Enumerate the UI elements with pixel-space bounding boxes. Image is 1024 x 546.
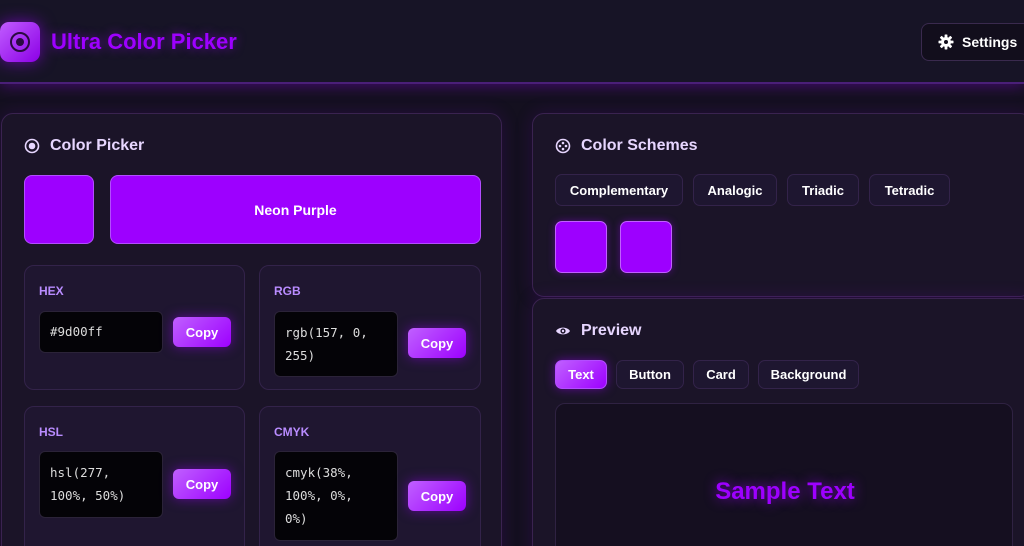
rgb-label: RGB	[274, 284, 301, 298]
settings-label: Settings	[962, 34, 1018, 50]
color-picker-title: Color Picker	[24, 137, 144, 155]
copy-hex-button[interactable]: Copy	[173, 317, 231, 347]
hex-value[interactable]: #9d00ff	[39, 311, 163, 353]
app-header: Ultra Color Picker Settings	[0, 0, 1024, 84]
target-icon	[10, 32, 30, 52]
hsl-card: HSL hsl(277, 100%, 50%) Copy	[24, 406, 245, 546]
color-schemes-title: Color Schemes	[555, 137, 697, 155]
tab-card[interactable]: Card	[693, 360, 749, 389]
color-name: Neon Purple	[254, 201, 337, 218]
cmyk-card: CMYK cmyk(38%, 100%, 0%, 0%) Copy	[259, 406, 481, 546]
settings-button[interactable]: Settings	[921, 23, 1024, 61]
rgb-value[interactable]: rgb(157, 0, 255)	[274, 311, 398, 377]
hsl-label: HSL	[39, 425, 63, 439]
cmyk-label: CMYK	[274, 425, 310, 439]
color-name-display[interactable]: Neon Purple	[110, 175, 481, 244]
scheme-swatch[interactable]	[620, 221, 672, 273]
preview-title: Preview	[555, 322, 641, 340]
copy-hsl-button[interactable]: Copy	[173, 469, 231, 499]
tab-text[interactable]: Text	[555, 360, 607, 389]
sample-text: Sample Text	[715, 478, 855, 505]
tab-complementary[interactable]: Complementary	[555, 174, 683, 206]
cmyk-value[interactable]: cmyk(38%, 100%, 0%, 0%)	[274, 451, 398, 541]
tab-analogic[interactable]: Analogic	[693, 174, 777, 206]
tab-button[interactable]: Button	[616, 360, 684, 389]
rgb-card: RGB rgb(157, 0, 255) Copy	[259, 265, 481, 390]
tab-triadic[interactable]: Triadic	[787, 174, 859, 206]
logo	[0, 22, 40, 62]
app-title: Ultra Color Picker	[51, 29, 237, 54]
preview-area: Sample Text	[555, 403, 1013, 546]
hsl-value[interactable]: hsl(277, 100%, 50%)	[39, 451, 163, 518]
copy-cmyk-button[interactable]: Copy	[408, 481, 466, 511]
hex-card: HEX #9d00ff Copy	[24, 265, 245, 390]
tab-background[interactable]: Background	[758, 360, 859, 389]
eye-icon	[556, 327, 570, 335]
palette-icon	[555, 138, 571, 154]
radio-circle-icon	[24, 138, 40, 154]
copy-rgb-button[interactable]: Copy	[408, 328, 466, 358]
tab-tetradic[interactable]: Tetradic	[869, 174, 950, 206]
gear-icon	[938, 34, 954, 50]
hex-label: HEX	[39, 284, 64, 298]
current-color-swatch[interactable]	[24, 175, 94, 244]
scheme-swatch[interactable]	[555, 221, 607, 273]
